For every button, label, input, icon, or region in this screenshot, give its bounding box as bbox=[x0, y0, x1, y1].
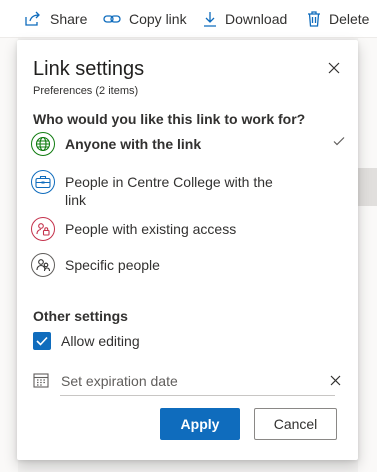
allow-editing-checkbox[interactable]: Allow editing bbox=[33, 332, 140, 350]
checkbox-checked[interactable] bbox=[33, 332, 51, 350]
copy-link-label: Copy link bbox=[129, 10, 187, 27]
download-icon bbox=[204, 11, 216, 27]
download-button[interactable]: Download bbox=[203, 0, 287, 38]
delete-button[interactable]: Delete bbox=[307, 0, 369, 38]
option-people-in-organization[interactable]: People in Centre College with the link bbox=[31, 170, 345, 209]
checkmark-icon bbox=[333, 137, 345, 146]
option-specific-people[interactable]: Specific people bbox=[31, 253, 345, 277]
globe-icon bbox=[31, 132, 55, 156]
link-icon bbox=[103, 14, 121, 23]
people-lock-icon bbox=[31, 217, 55, 241]
option-people-with-existing-access[interactable]: People with existing access bbox=[31, 217, 345, 241]
expiration-date-input[interactable] bbox=[60, 366, 335, 396]
option-label: People in Centre College with the link bbox=[65, 174, 273, 208]
close-icon bbox=[328, 62, 340, 74]
option-label: Specific people bbox=[65, 257, 160, 273]
link-scope-question: Who would you like this link to work for… bbox=[33, 111, 306, 127]
background-selected-row bbox=[358, 168, 377, 206]
background-panel-right bbox=[358, 38, 377, 472]
expiration-date-field bbox=[31, 366, 345, 396]
option-label: People with existing access bbox=[65, 221, 237, 237]
link-settings-dialog: Link settings Preferences (2 items) Who … bbox=[17, 40, 358, 460]
copy-link-button[interactable]: Copy link bbox=[103, 0, 187, 38]
delete-label: Delete bbox=[329, 10, 370, 27]
share-button[interactable]: Share bbox=[24, 0, 87, 38]
download-label: Download bbox=[225, 10, 288, 27]
option-label: Anyone with the link bbox=[65, 136, 202, 152]
other-settings-heading: Other settings bbox=[33, 308, 128, 324]
background-panel bbox=[0, 38, 18, 472]
trash-icon bbox=[308, 10, 320, 27]
checkmark-icon bbox=[36, 336, 48, 346]
cancel-button[interactable]: Cancel bbox=[254, 408, 337, 440]
close-button[interactable] bbox=[322, 56, 346, 80]
option-anyone-with-link[interactable]: Anyone with the link bbox=[31, 132, 345, 156]
clear-expiration-button[interactable] bbox=[325, 370, 345, 390]
share-icon bbox=[25, 11, 40, 26]
command-bar: Share Copy link Download Delete bbox=[0, 0, 377, 38]
share-label: Share bbox=[50, 10, 88, 27]
people-icon bbox=[31, 253, 55, 277]
apply-button[interactable]: Apply bbox=[160, 408, 240, 440]
close-icon bbox=[330, 375, 340, 385]
allow-editing-label: Allow editing bbox=[61, 333, 140, 349]
briefcase-icon bbox=[31, 170, 55, 194]
dialog-subtitle: Preferences (2 items) bbox=[33, 85, 139, 97]
dialog-title: Link settings bbox=[33, 58, 145, 80]
calendar-icon bbox=[33, 373, 49, 388]
